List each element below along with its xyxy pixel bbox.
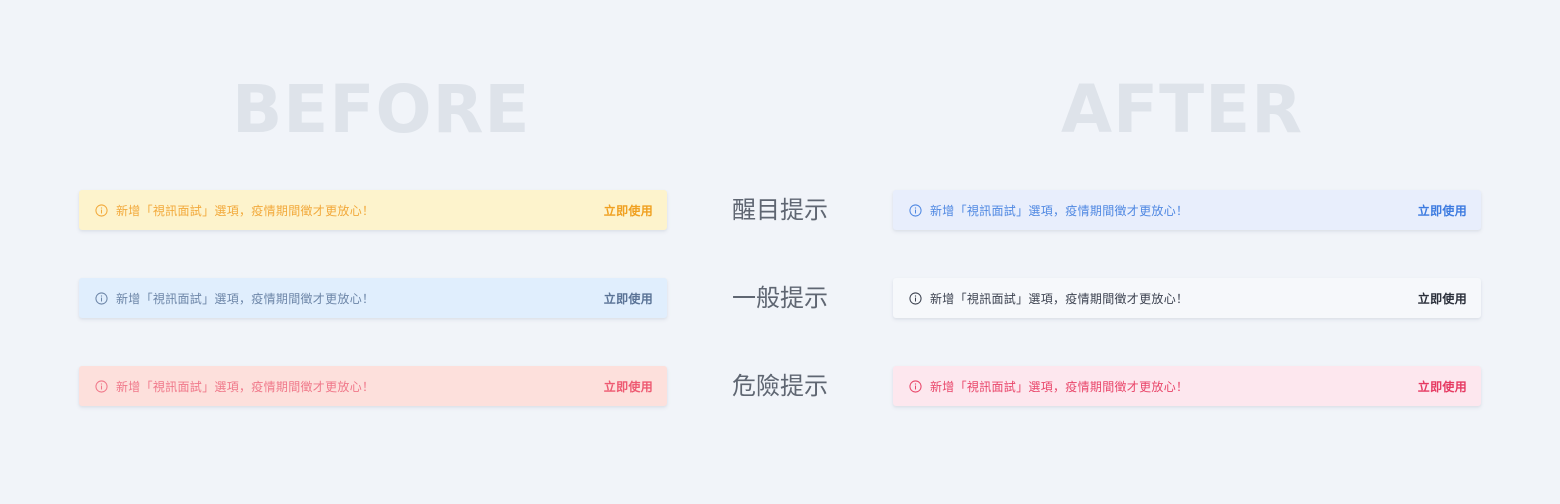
label-general: 一般提示 [732,284,828,312]
before-alert-danger: 新增「視訊面試」選項，疫情期間徵才更放心！ 立即使用 [79,366,667,406]
after-heading: AFTER [1060,71,1304,148]
info-circle-icon [94,379,108,393]
info-circle-icon [908,203,922,217]
use-now-link[interactable]: 立即使用 [604,378,653,395]
alert-message: 新增「視訊面試」選項，疫情期間徵才更放心！ [930,291,1189,306]
info-circle-icon [908,291,922,305]
after-alert-highlight: 新增「視訊面試」選項，疫情期間徵才更放心！ 立即使用 [893,190,1481,230]
after-alert-danger: 新增「視訊面試」選項，疫情期間徵才更放心！ 立即使用 [893,366,1481,406]
alert-message: 新增「視訊面試」選項，疫情期間徵才更放心！ [116,379,375,394]
use-now-link[interactable]: 立即使用 [1418,378,1467,395]
use-now-link[interactable]: 立即使用 [1418,202,1467,219]
before-heading: BEFORE [232,71,531,148]
comparison-stage: BEFORE AFTER 新增「視訊面試」選項，疫情期間徵才更放心！ 立即使用 … [0,0,1560,504]
info-circle-icon [908,379,922,393]
before-alert-highlight: 新增「視訊面試」選項，疫情期間徵才更放心！ 立即使用 [79,190,667,230]
info-circle-icon [94,203,108,217]
use-now-link[interactable]: 立即使用 [604,290,653,307]
info-circle-icon [94,291,108,305]
alert-message: 新增「視訊面試」選項，疫情期間徵才更放心！ [116,291,375,306]
before-alert-general: 新增「視訊面試」選項，疫情期間徵才更放心！ 立即使用 [79,278,667,318]
alert-message: 新增「視訊面試」選項，疫情期間徵才更放心！ [930,203,1189,218]
alert-message: 新增「視訊面試」選項，疫情期間徵才更放心！ [116,203,375,218]
use-now-link[interactable]: 立即使用 [1418,290,1467,307]
label-highlight: 醒目提示 [732,196,828,224]
alert-message: 新增「視訊面試」選項，疫情期間徵才更放心！ [930,379,1189,394]
after-alert-general: 新增「視訊面試」選項，疫情期間徵才更放心！ 立即使用 [893,278,1481,318]
use-now-link[interactable]: 立即使用 [604,202,653,219]
label-danger: 危險提示 [732,372,828,400]
